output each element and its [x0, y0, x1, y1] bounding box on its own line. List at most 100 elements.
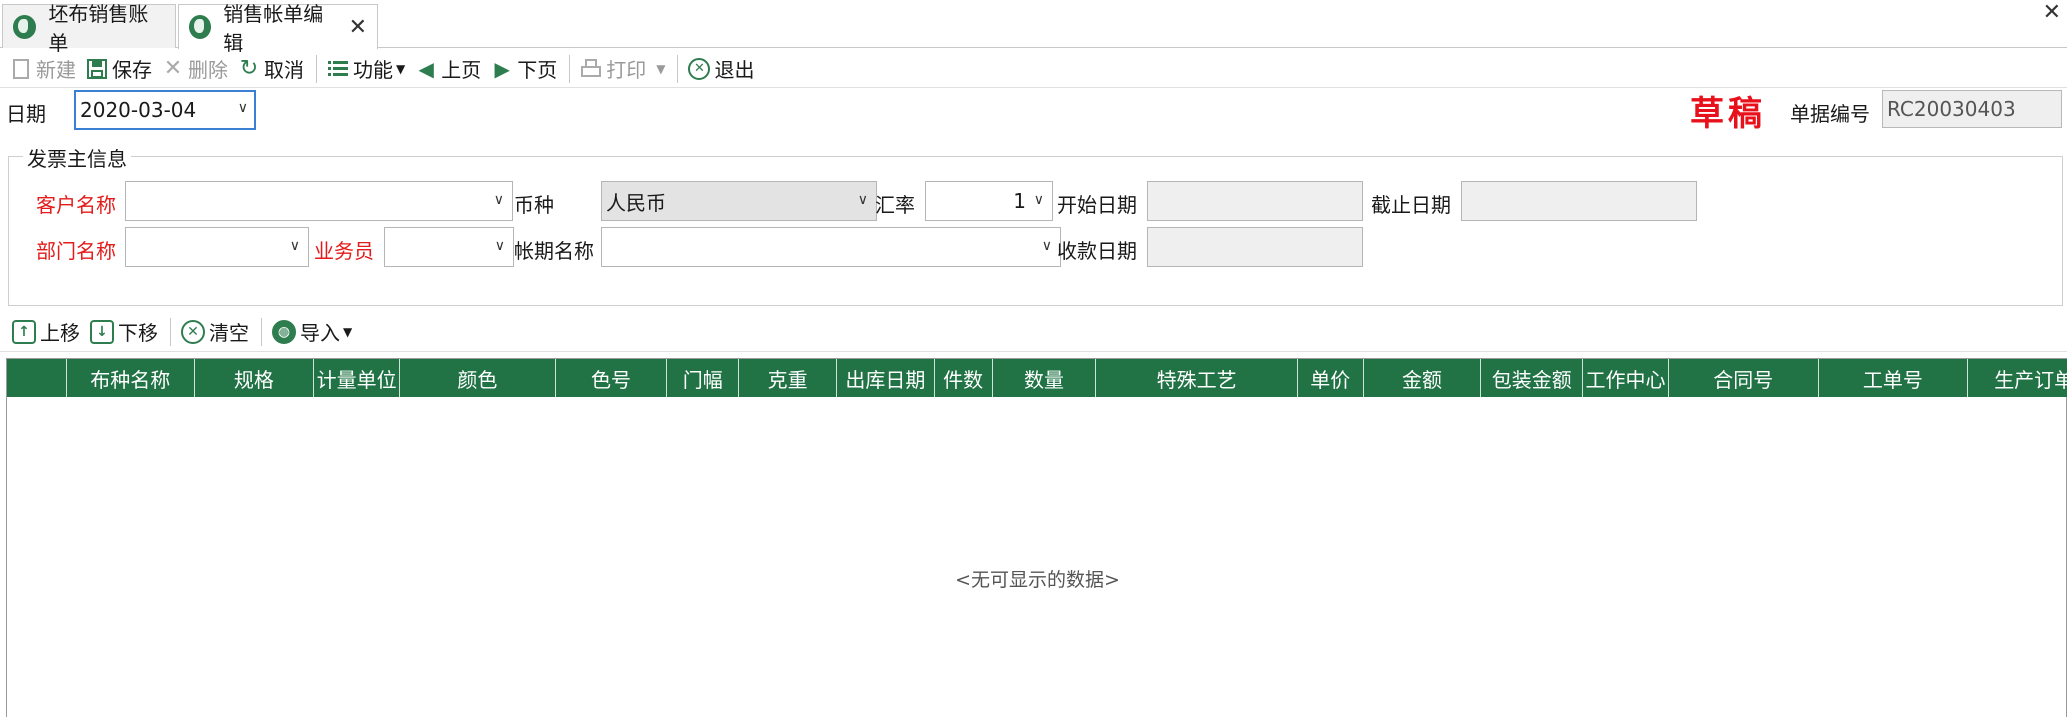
- grid-header-color-no[interactable]: 色号: [556, 359, 668, 397]
- clear-button[interactable]: ✕ 清空: [177, 316, 253, 348]
- globe-icon: ◍: [272, 319, 296, 344]
- docno-field[interactable]: RC20030403: [1882, 90, 2062, 128]
- grid-header-indicator[interactable]: [7, 359, 67, 397]
- delete-button[interactable]: ✕ 删除: [158, 53, 232, 85]
- currency-label: 币种: [514, 193, 554, 217]
- next-page-button[interactable]: ▶ 下页: [487, 53, 561, 85]
- grid-header-work-center[interactable]: 工作中心: [1583, 359, 1669, 397]
- caret-down-icon: ▼: [343, 324, 353, 339]
- list-icon: [327, 58, 349, 80]
- clear-label: 清空: [209, 321, 249, 345]
- close-icon[interactable]: ✕: [349, 15, 367, 40]
- chevron-down-icon: ∨: [1033, 192, 1044, 208]
- move-down-button[interactable]: ↓ 下移: [86, 316, 162, 348]
- caret-down-icon: ▼: [396, 61, 406, 76]
- dept-label: 部门名称: [36, 239, 116, 263]
- grid-header-pieces[interactable]: 件数: [935, 359, 993, 397]
- salesman-select[interactable]: ∨: [384, 227, 514, 267]
- new-doc-icon: [10, 58, 32, 80]
- delete-label: 删除: [188, 58, 228, 82]
- grid-header-special-process[interactable]: 特殊工艺: [1096, 359, 1298, 397]
- chevron-down-icon: ∨: [237, 100, 248, 116]
- exit-button[interactable]: ✕ 退出: [684, 53, 758, 85]
- grid-header-work-order-no[interactable]: 工单号: [1819, 359, 1969, 397]
- grid-header-unit[interactable]: 计量单位: [314, 359, 401, 397]
- move-up-label: 上移: [40, 321, 80, 345]
- save-icon: [86, 58, 108, 80]
- start-date-label: 开始日期: [1057, 193, 1137, 217]
- grid-header-unit-price[interactable]: 单价: [1298, 359, 1364, 397]
- window-close-icon[interactable]: ✕: [2043, 0, 2061, 25]
- grid-header-fabric-name[interactable]: 布种名称: [67, 359, 195, 397]
- group-title: 发票主信息: [23, 143, 131, 172]
- grid-header-packing-amount[interactable]: 包装金额: [1481, 359, 1584, 397]
- dept-select[interactable]: ∨: [125, 227, 309, 267]
- receipt-date-field[interactable]: [1147, 227, 1363, 267]
- prev-page-button[interactable]: ◀ 上页: [411, 53, 485, 85]
- period-label: 帐期名称: [514, 239, 594, 263]
- delete-x-icon: ✕: [163, 56, 183, 81]
- grid-header-quantity[interactable]: 数量: [993, 359, 1097, 397]
- grid-header-spec[interactable]: 规格: [195, 359, 315, 397]
- import-menu-button[interactable]: ◍ 导入 ▼: [268, 316, 356, 348]
- docno-value: RC20030403: [1887, 97, 2016, 121]
- end-date-field[interactable]: [1461, 181, 1697, 221]
- grid-header-row: 布种名称 规格 计量单位 颜色 色号 门幅 克重 出库日期 件数 数量 特殊工艺…: [7, 359, 2067, 397]
- triangle-left-icon: ◀: [418, 56, 434, 81]
- exchange-rate-label: 汇率: [875, 193, 915, 217]
- toolbar-separator: [261, 317, 262, 346]
- salesman-label: 业务员: [314, 239, 374, 263]
- function-label: 功能: [353, 58, 393, 82]
- exchange-rate-spinner[interactable]: 1 ∨: [925, 181, 1053, 221]
- grid-toolbar: ↑ 上移 ↓ 下移 ✕ 清空 ◍ 导入 ▼: [0, 312, 2067, 352]
- currency-select[interactable]: 人民币 ∨: [601, 181, 877, 221]
- arrow-down-icon: ↓: [90, 319, 114, 344]
- invoice-main-info-group: 发票主信息 客户名称 ∨ 币种 人民币 ∨ 汇率 1 ∨ 开始日期 截止日期 部…: [8, 143, 2063, 306]
- grid-header-weight[interactable]: 克重: [739, 359, 837, 397]
- customer-select[interactable]: ∨: [125, 181, 513, 221]
- cancel-label: 取消: [264, 58, 304, 82]
- toolbar-separator: [569, 54, 571, 83]
- grid-header-amount[interactable]: 金额: [1364, 359, 1482, 397]
- main-toolbar: 新建 保存 ✕ 删除 ↻ 取消 功能 ▼ ◀ 上页 ▶ 下页 打印 ▼ ✕ 退出: [0, 50, 2067, 88]
- currency-value: 人民币: [606, 190, 666, 215]
- tab-label: 销售帐单编辑: [223, 2, 324, 55]
- exit-label: 退出: [714, 58, 755, 82]
- toolbar-separator: [170, 317, 171, 346]
- draft-stamp: 草稿: [1690, 94, 1766, 134]
- receipt-date-label: 收款日期: [1057, 239, 1137, 263]
- end-date-label: 截止日期: [1371, 193, 1451, 217]
- grid-header-outbound-date[interactable]: 出库日期: [837, 359, 935, 397]
- date-picker[interactable]: 2020-03-04 ∨: [74, 90, 256, 130]
- start-date-field[interactable]: [1147, 181, 1363, 221]
- prev-label: 上页: [441, 58, 482, 82]
- cancel-button[interactable]: ↻ 取消: [234, 53, 308, 85]
- function-menu-button[interactable]: 功能 ▼: [323, 53, 409, 85]
- next-label: 下页: [517, 58, 558, 82]
- tab-sales-bill-edit[interactable]: 销售帐单编辑 ✕: [178, 2, 378, 55]
- save-button[interactable]: 保存: [82, 53, 156, 85]
- grid-header-color[interactable]: 颜色: [400, 359, 556, 397]
- exit-circle-x-icon: ✕: [688, 57, 711, 80]
- grid-header-production-order-no[interactable]: 生产订单号: [1968, 359, 2067, 397]
- tab-bar: 坯布销售账单 销售帐单编辑 ✕ ✕: [0, 0, 2067, 55]
- customer-label: 客户名称: [36, 193, 116, 217]
- chevron-down-icon: ∨: [289, 238, 300, 254]
- docno-label: 单据编号: [1790, 102, 1870, 126]
- grid-header-contract-no[interactable]: 合同号: [1669, 359, 1819, 397]
- tab-label: 坯布销售账单: [48, 1, 149, 55]
- new-button[interactable]: 新建: [6, 53, 80, 85]
- print-button[interactable]: 打印 ▼: [576, 53, 669, 85]
- grid-header-width[interactable]: 门幅: [667, 359, 740, 397]
- arrow-up-icon: ↑: [12, 319, 36, 344]
- chevron-down-icon: ∨: [493, 192, 504, 208]
- move-up-button[interactable]: ↑ 上移: [8, 316, 84, 348]
- circle-x-icon: ✕: [181, 319, 205, 344]
- chevron-down-icon: ∨: [1041, 238, 1052, 254]
- detail-grid[interactable]: 布种名称 规格 计量单位 颜色 色号 门幅 克重 出库日期 件数 数量 特殊工艺…: [6, 358, 2067, 717]
- print-label: 打印: [606, 58, 647, 82]
- tab-fabric-sales-bill[interactable]: 坯布销售账单: [2, 2, 176, 55]
- period-select[interactable]: ∨: [601, 227, 1061, 267]
- new-label: 新建: [36, 58, 76, 82]
- refresh-icon: ↻: [239, 56, 259, 81]
